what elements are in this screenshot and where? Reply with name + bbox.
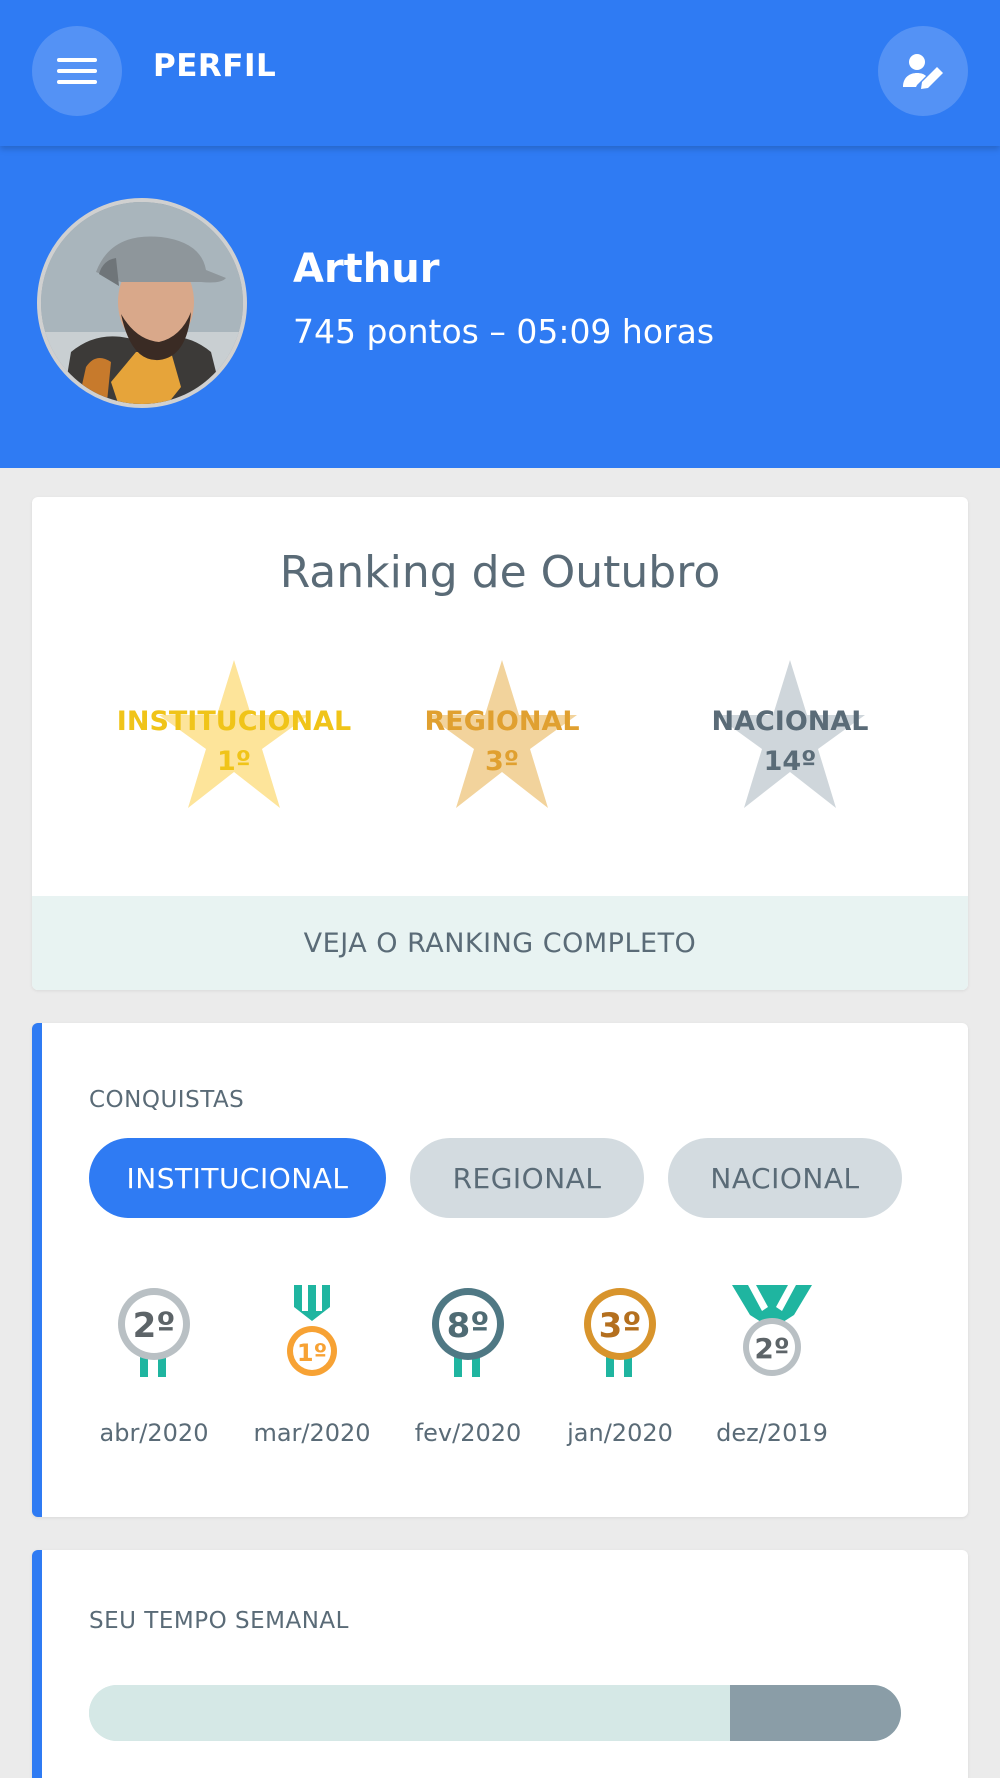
silver-medal-icon: 2º bbox=[118, 1288, 190, 1377]
tab-regional[interactable]: REGIONAL bbox=[410, 1138, 644, 1218]
weekly-time-progress-bar bbox=[89, 1685, 901, 1741]
full-ranking-link[interactable]: VEJA O RANKING COMPLETO bbox=[32, 896, 968, 990]
top-app-bar: PERFIL bbox=[0, 0, 1000, 146]
medal-item[interactable]: 2º dez/2019 bbox=[707, 1285, 837, 1447]
tab-institucional[interactable]: INSTITUCIONAL bbox=[89, 1138, 386, 1218]
progress-remaining bbox=[730, 1685, 901, 1741]
medal-place: 2º bbox=[754, 1332, 789, 1365]
rank-label: REGIONAL bbox=[424, 706, 580, 737]
medal-place: 3º bbox=[599, 1306, 642, 1346]
medal-item[interactable]: 2º abr/2020 bbox=[89, 1285, 219, 1447]
rank-position: 1º bbox=[216, 746, 251, 777]
achievements-card: CONQUISTAS INSTITUCIONAL REGIONAL NACION… bbox=[32, 1023, 968, 1517]
weekly-time-title: SEU TEMPO SEMANAL bbox=[89, 1608, 349, 1634]
avatar bbox=[37, 198, 247, 408]
gold-medal-icon: 1º bbox=[287, 1285, 337, 1376]
medal-place: 2º bbox=[133, 1306, 176, 1346]
steel-medal-icon: 8º bbox=[432, 1288, 504, 1377]
menu-button[interactable] bbox=[32, 26, 122, 116]
rank-label: INSTITUCIONAL bbox=[116, 706, 352, 737]
rank-regional: REGIONAL 3º bbox=[352, 660, 652, 815]
ranking-title: Ranking de Outubro bbox=[279, 547, 721, 598]
profile-header: Arthur 745 pontos – 05:09 horas bbox=[0, 146, 1000, 468]
medal-date: jan/2020 bbox=[567, 1419, 673, 1447]
medal-date: fev/2020 bbox=[414, 1419, 522, 1447]
rank-position: 14º bbox=[763, 746, 817, 777]
silver-ribbon-medal-icon: 2º bbox=[732, 1285, 812, 1376]
bronze-medal-icon: 3º bbox=[584, 1288, 656, 1377]
achievement-tabs: INSTITUCIONAL REGIONAL NACIONAL bbox=[89, 1138, 902, 1218]
page-title: PERFIL bbox=[153, 48, 277, 84]
rank-position: 3º bbox=[484, 746, 519, 777]
edit-profile-button[interactable] bbox=[878, 26, 968, 116]
edit-profile-icon bbox=[903, 54, 943, 89]
medal-date: mar/2020 bbox=[253, 1419, 371, 1447]
rank-institucional: INSTITUCIONAL 1º bbox=[84, 660, 384, 815]
weekly-time-card: SEU TEMPO SEMANAL bbox=[32, 1550, 968, 1778]
medal-place: 1º bbox=[297, 1339, 327, 1367]
hamburger-menu-icon bbox=[57, 58, 97, 84]
medal-item[interactable]: 1º mar/2020 bbox=[247, 1285, 377, 1447]
medal-date: abr/2020 bbox=[99, 1419, 209, 1447]
achievements-title: CONQUISTAS bbox=[89, 1087, 245, 1113]
rank-label: NACIONAL bbox=[711, 706, 869, 737]
medal-item[interactable]: 3º jan/2020 bbox=[555, 1285, 685, 1447]
medal-item[interactable]: 8º fev/2020 bbox=[403, 1285, 533, 1447]
user-stats: 745 pontos – 05:09 horas bbox=[293, 312, 715, 351]
user-name: Arthur bbox=[293, 246, 440, 292]
progress-fill bbox=[89, 1685, 731, 1741]
tab-nacional[interactable]: NACIONAL bbox=[668, 1138, 902, 1218]
medal-date: dez/2019 bbox=[716, 1419, 828, 1447]
ranking-card: Ranking de Outubro INSTITUCIONAL 1º REGI… bbox=[32, 497, 968, 990]
rank-nacional: NACIONAL 14º bbox=[640, 660, 940, 815]
medal-list: 2º abr/2020 1º mar/2020 8º fev/2020 3º j… bbox=[89, 1285, 929, 1447]
medal-place: 8º bbox=[447, 1306, 490, 1346]
